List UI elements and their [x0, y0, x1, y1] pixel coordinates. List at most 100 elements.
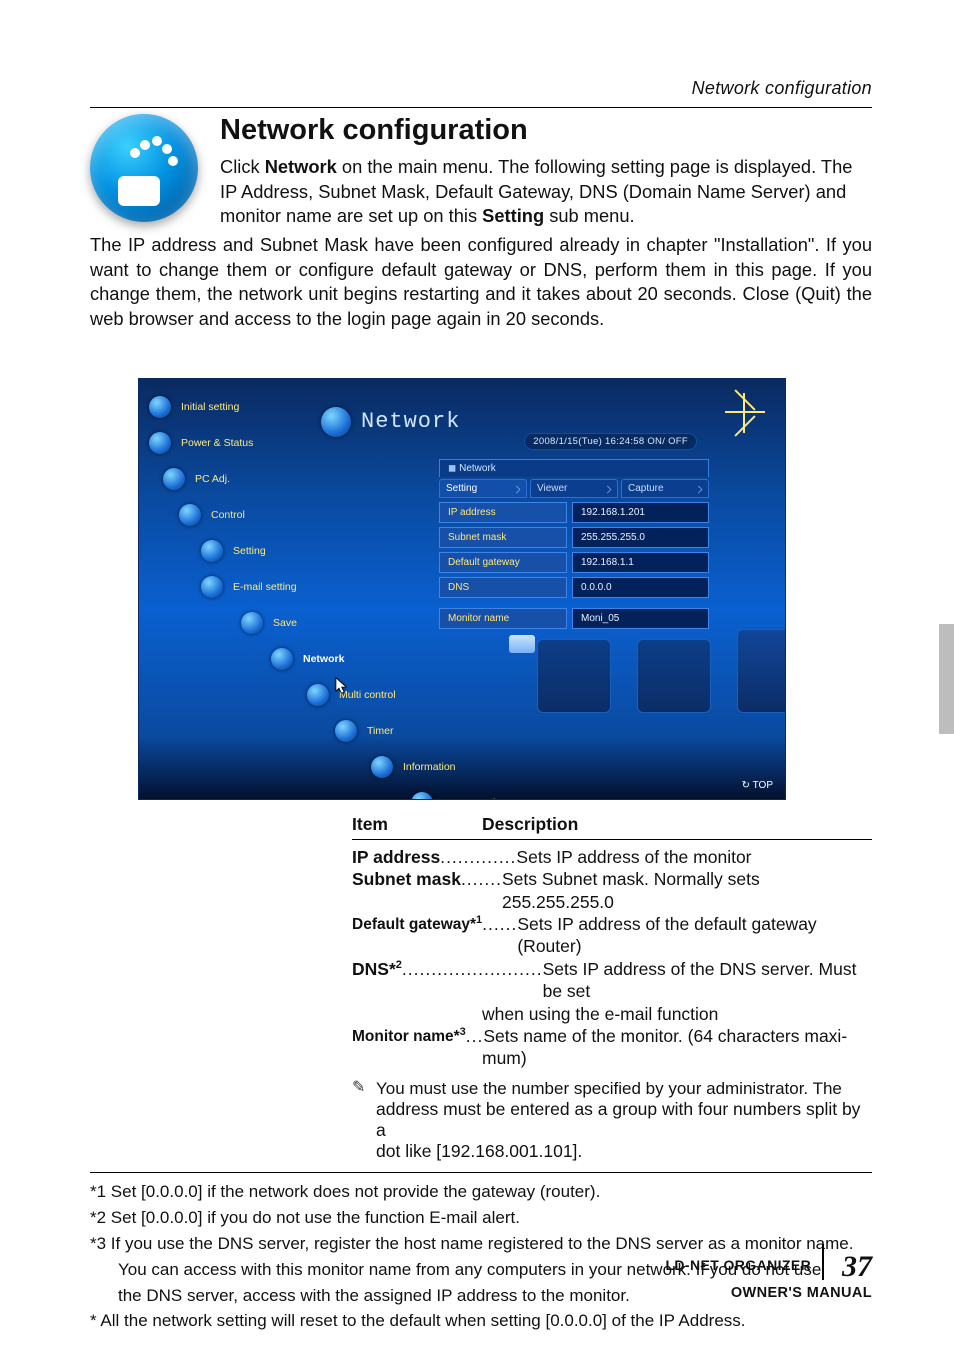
footnote: *1 Set [0.0.0.0] if the network does not… — [90, 1181, 872, 1204]
desc-row: Monitor name*3...Sets name of the monito… — [352, 1025, 872, 1047]
sidebar-item-timer[interactable]: Timer — [335, 713, 507, 749]
status-bar: 2008/1/15(Tue) 16:24:58 ON/ OFF — [524, 433, 697, 450]
desc-row-value: Sets Subnet mask. Normally sets 255.255.… — [502, 868, 872, 913]
leader-dots: ............. — [440, 846, 516, 868]
sidebar-item-label: Power & Status — [181, 437, 253, 449]
desc-row: DNS*2........................Sets IP add… — [352, 958, 872, 1003]
sidebar-item-label: Save — [273, 617, 297, 629]
menu-icon — [241, 612, 263, 634]
desc-row-value: Sets IP address of the default gateway (… — [517, 913, 872, 958]
row-default-gateway: Default gateway192.168.1.1 — [439, 552, 709, 573]
divider — [352, 839, 872, 840]
text: Click — [220, 156, 265, 177]
page-title: Network configuration — [220, 114, 872, 147]
bold-network: Network — [265, 156, 337, 177]
desc-row-value: Sets IP address of the monitor — [516, 846, 751, 868]
leader-dots: ... — [466, 1025, 484, 1047]
footer-product: LD-NET ORGANIZER — [665, 1257, 811, 1273]
cursor-icon — [335, 677, 349, 695]
menu-icon — [163, 468, 185, 490]
desc-row-key: Subnet mask — [352, 869, 461, 889]
footer-divider — [822, 1244, 824, 1280]
row-value[interactable]: 192.168.1.1 — [572, 552, 709, 573]
footnote: * All the network setting will reset to … — [90, 1310, 872, 1333]
desc-row-key: IP address — [352, 847, 440, 867]
menu-icon — [201, 540, 223, 562]
sidebar-item-label: Information — [403, 761, 456, 773]
sidebar-item-snmp-setting[interactable]: SNMP setting — [411, 785, 507, 800]
row-value[interactable]: 255.255.255.0 — [572, 527, 709, 548]
desc-row-key: Monitor name* — [352, 1028, 460, 1045]
menu-icon — [179, 504, 201, 526]
menu-icon — [307, 684, 329, 706]
col-desc-header: Description — [482, 814, 578, 835]
running-header: Network configuration — [90, 78, 872, 99]
note-text: You must use the number specified by you… — [376, 1078, 842, 1100]
row-subnet-mask: Subnet mask255.255.255.0 — [439, 527, 709, 548]
note-text: dot like [192.168.001.101]. — [352, 1141, 872, 1162]
row-label: DNS — [439, 577, 567, 598]
sidebar-item-label: Control — [211, 509, 245, 521]
network-feature-icon — [90, 114, 198, 222]
thumbnail[interactable] — [637, 639, 711, 713]
note-icon: ✎ — [352, 1078, 368, 1100]
row-monitor-name: Monitor nameMoni_05 — [439, 608, 709, 629]
row-value[interactable]: 192.168.1.201 — [572, 502, 709, 523]
desc-row: Default gateway*1......Sets IP address o… — [352, 913, 872, 958]
menu-icon — [149, 432, 171, 454]
sidebar-item-label: Timer — [367, 725, 393, 737]
tab-setting[interactable]: Setting — [439, 479, 527, 498]
text: sub menu. — [544, 205, 634, 226]
thumbnail-row — [439, 629, 786, 713]
page-footer: LD-NET ORGANIZER 37 OWNER'S MANUAL — [665, 1244, 872, 1302]
menu-icon — [271, 648, 293, 670]
menu-icon — [149, 396, 171, 418]
sidebar-item-label: SNMP setting — [443, 797, 507, 800]
desc-row: Subnet mask.......Sets Subnet mask. Norm… — [352, 868, 872, 913]
top-link[interactable]: ↻ TOP — [742, 780, 773, 791]
screenshot-figure: Network 2008/1/15(Tue) 16:24:58 ON/ OFF … — [138, 378, 786, 800]
row-value[interactable]: 0.0.0.0 — [572, 577, 709, 598]
sidebar-item-label: Network — [303, 653, 344, 665]
row-label: Monitor name — [439, 608, 567, 629]
leader-dots: ........................ — [402, 958, 543, 980]
desc-row-key: Default gateway* — [352, 916, 476, 933]
col-item-header: Item — [352, 814, 482, 835]
thumbnail[interactable] — [537, 639, 611, 713]
bold-setting: Setting — [482, 205, 544, 226]
description-block: Item Description IP address.............… — [352, 814, 872, 1163]
header-rule — [90, 107, 872, 108]
sidebar-item-power-status[interactable]: Power & Status — [149, 425, 507, 461]
sidebar-item-information[interactable]: Information — [371, 749, 507, 785]
note-text: address must be entered as a group with … — [352, 1099, 872, 1141]
body-paragraph: The IP address and Subnet Mask have been… — [90, 233, 872, 332]
sidebar-item-label: Setting — [233, 545, 266, 557]
desc-row: IP address.............Sets IP address o… — [352, 846, 872, 868]
page-number: 37 — [842, 1250, 872, 1284]
sparkle-icon — [725, 393, 765, 433]
sidebar-item-label: PC Adj. — [195, 473, 230, 485]
sidebar-item-label: Initial setting — [181, 401, 239, 413]
sidebar-item-initial-setting[interactable]: Initial setting — [149, 389, 507, 425]
side-gray-tab — [939, 624, 954, 734]
desc-row-cont: when using the e-mail function — [352, 1003, 872, 1025]
tabs: Setting Viewer Capture — [439, 479, 709, 498]
thumbnail-active[interactable] — [737, 629, 786, 713]
top-link-label: TOP — [753, 780, 773, 791]
row-dns: DNS0.0.0.0 — [439, 577, 709, 598]
note: ✎ You must use the number specified by y… — [352, 1078, 872, 1100]
leader-dots: ...... — [482, 913, 517, 935]
footnote-rule — [90, 1172, 872, 1173]
tab-viewer[interactable]: Viewer — [530, 479, 618, 498]
menu-icon — [371, 756, 393, 778]
menu-icon — [335, 720, 357, 742]
desc-row-value: Sets IP address of the DNS server. Must … — [543, 958, 872, 1003]
leader-dots: ....... — [461, 868, 502, 890]
row-label: IP address — [439, 502, 567, 523]
tab-capture[interactable]: Capture — [621, 479, 709, 498]
settings-panel: ◼ Network Setting Viewer Capture IP addr… — [439, 459, 709, 629]
desc-row-cont: mum) — [352, 1047, 872, 1069]
desc-row-key: DNS* — [352, 959, 396, 979]
row-value[interactable]: Moni_05 — [572, 608, 709, 629]
menu-icon — [411, 792, 433, 800]
